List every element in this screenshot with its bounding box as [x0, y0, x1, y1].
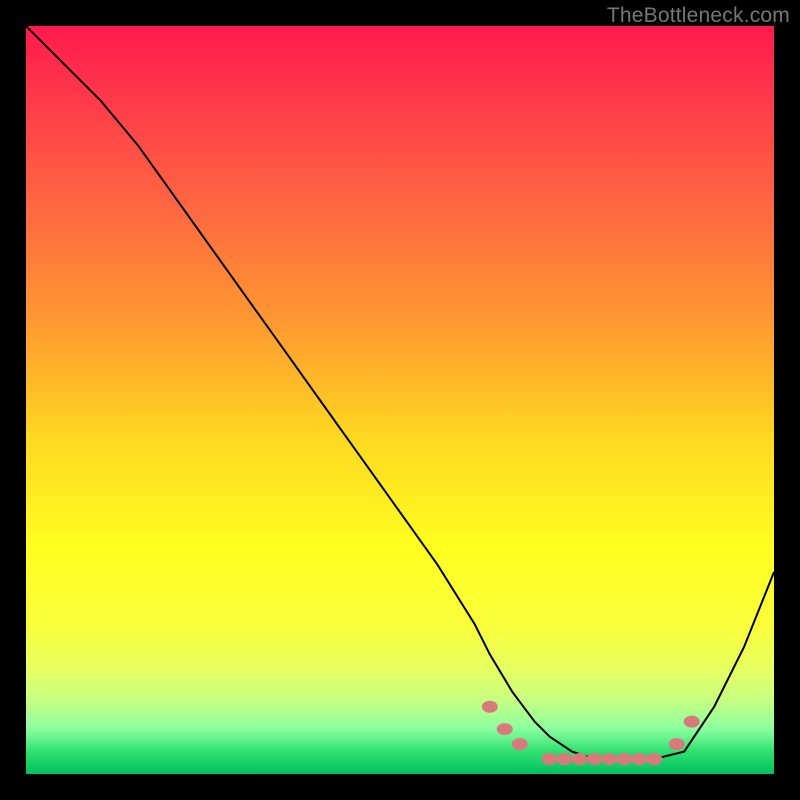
marker-point — [497, 723, 513, 735]
marker-point — [572, 753, 588, 765]
marker-point — [512, 738, 528, 750]
marker-group — [482, 701, 700, 765]
marker-point — [631, 753, 647, 765]
watermark-text: TheBottleneck.com — [607, 4, 790, 28]
bottleneck-curve — [26, 26, 774, 759]
plot-area — [26, 26, 774, 774]
marker-point — [616, 753, 632, 765]
marker-point — [669, 738, 685, 750]
marker-point — [646, 753, 662, 765]
marker-point — [601, 753, 617, 765]
marker-point — [482, 701, 498, 713]
curve-layer — [26, 26, 774, 774]
marker-point — [542, 753, 558, 765]
marker-point — [587, 753, 603, 765]
marker-point — [557, 753, 573, 765]
chart-stage: TheBottleneck.com — [0, 0, 800, 800]
marker-point — [684, 716, 700, 728]
